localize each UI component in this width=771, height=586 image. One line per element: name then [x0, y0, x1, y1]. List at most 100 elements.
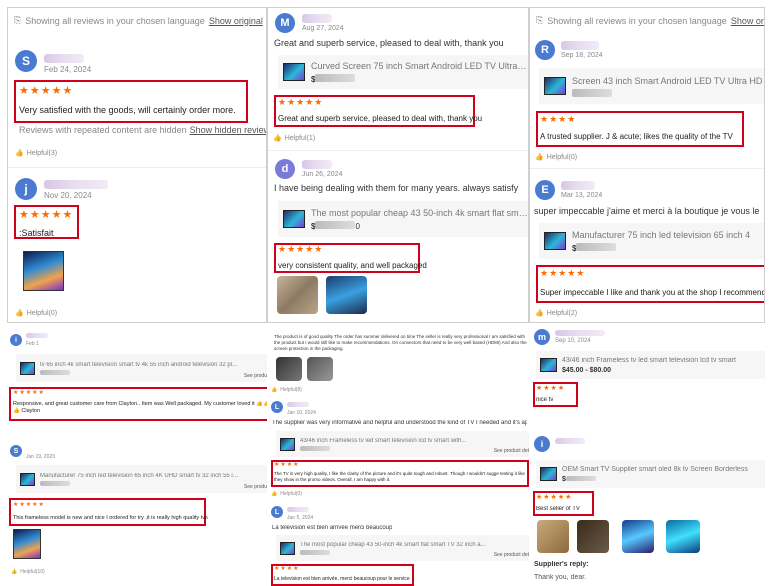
review-photo[interactable]: [307, 357, 333, 381]
review-text: Responsive, and great customer care from…: [13, 401, 267, 415]
product-card[interactable]: The most popular cheap 43 50-inch 4k sma…: [278, 201, 528, 237]
avatar: j: [15, 178, 37, 200]
review-photo-tv-on[interactable]: [622, 520, 654, 553]
helpful-button[interactable]: 👍 Helpful(2): [535, 309, 577, 318]
thumbs-up-icon: 👍: [11, 569, 18, 575]
review-photo-tv-front[interactable]: [577, 520, 609, 553]
product-thumbnail: [540, 358, 557, 372]
review-photo[interactable]: [276, 357, 302, 381]
helpful-count: Helpful(8): [280, 387, 302, 393]
review-text: Super impeccable I like and thank you at…: [540, 288, 764, 297]
rating-stars: ★★★★: [274, 462, 300, 468]
avatar: i: [10, 334, 22, 346]
thumbs-up-icon: 👍: [271, 491, 278, 497]
rating-stars: ★★★★★: [19, 86, 74, 97]
rating-stars: ★★★★: [274, 566, 300, 572]
rating-stars: ★★★★★: [13, 502, 45, 508]
product-thumbnail: [283, 210, 305, 228]
product-thumbnail: [280, 541, 295, 555]
product-title: Screen 43 inch Smart Android LED TV Ultr…: [572, 75, 763, 86]
reviewer-name-blurred: [561, 181, 595, 190]
product-card[interactable]: tv 65 inch 4k smart television smart tv …: [16, 354, 267, 382]
product-card[interactable]: 43/46 inch Frameless tv led smart televi…: [536, 351, 765, 379]
hidden-reviews-notice: Reviews with repeated content are hidden…: [19, 125, 266, 135]
review-photo-packages[interactable]: [277, 276, 318, 314]
review-text-top: super impeccable j'aime et merci à la bo…: [534, 206, 760, 216]
review-photo-box[interactable]: [537, 520, 569, 553]
product-card[interactable]: Manufacturer 75 inch led television 65 i…: [539, 223, 764, 259]
helpful-button[interactable]: 👍 Helpful(1): [273, 134, 316, 143]
review-text: This frameless model is new and nice I o…: [13, 515, 208, 521]
review-date: Feb 1: [26, 341, 39, 347]
review-date: Mar 13, 2024: [561, 192, 603, 199]
helpful-button[interactable]: 👍 Helpful(8): [271, 387, 302, 393]
helpful-button[interactable]: 👍 Helpful(3): [15, 149, 58, 158]
product-card[interactable]: Screen 43 inch Smart Android LED TV Ultr…: [539, 68, 764, 104]
supplier-reply-label: Supplier's reply:: [534, 561, 589, 568]
show-hidden-reviews-link[interactable]: Show hidden reviews: [190, 125, 266, 135]
product-thumbnail: [544, 77, 566, 95]
supplier-reply-text: Thank you, dear.: [534, 574, 587, 581]
review-date: Jan 19, 2023: [26, 454, 55, 460]
rating-stars: ★★★★★: [13, 390, 45, 396]
product-title: OEM Smart TV Supplier smart oled 8k tv S…: [562, 465, 748, 473]
see-product-link[interactable]: See produ: [244, 373, 267, 379]
helpful-button[interactable]: 👍 Helpful(0): [15, 309, 58, 318]
review-text: The TV is very high quality, I like the …: [274, 471, 525, 482]
avatar: i: [534, 436, 550, 452]
see-product-link[interactable]: See produ: [244, 484, 267, 490]
rating-stars: ★★★★: [540, 115, 577, 124]
review-text: very consistent quality, and well packag…: [278, 261, 427, 270]
product-card[interactable]: OEM Smart TV Supplier smart oled 8k tv S…: [536, 460, 765, 488]
review-photo-warehouse[interactable]: [326, 276, 367, 314]
avatar: R: [535, 40, 555, 60]
price-blurred: [40, 369, 70, 375]
review-panel-2: M Aug 27, 2024 Great and superb service,…: [267, 7, 529, 323]
product-title: Manufacturer 75 inch led television 65 i…: [572, 229, 751, 240]
product-card[interactable]: Manufacturer 75 inch led television 65 i…: [16, 465, 267, 493]
reviewer-name-blurred: [302, 14, 332, 23]
helpful-button[interactable]: 👍 Helpful(0): [271, 491, 302, 497]
product-thumbnail: [20, 472, 35, 486]
see-product-link[interactable]: See product det: [494, 552, 529, 558]
divider: [268, 150, 528, 151]
language-notice: ⎘ Showing all reviews in your chosen lan…: [536, 15, 764, 26]
review-photo-tv[interactable]: [13, 529, 41, 559]
product-title: tv 65 inch 4k smart television smart tv …: [40, 361, 238, 368]
price-suffix: 0: [355, 221, 360, 231]
show-original-link[interactable]: Show original: [209, 16, 263, 26]
divider: [530, 168, 764, 169]
review-date: Jan 10, 2024: [287, 410, 316, 416]
product-title: 43/46 inch Frameless tv led smart televi…: [300, 437, 467, 444]
price-blurred: [315, 220, 356, 229]
helpful-button[interactable]: 👍 Helpful(10): [11, 569, 45, 575]
review-photo-tv-screen[interactable]: [666, 520, 700, 553]
product-card[interactable]: Curved Screen 75 inch Smart Android LED …: [278, 55, 528, 89]
product-title: Manufacturer 75 inch led television 65 i…: [40, 472, 239, 479]
review-text: The product is of good quality The order…: [274, 334, 527, 351]
product-card[interactable]: The most popular cheap 43 50-inch 4k sma…: [276, 535, 529, 561]
product-price: $45.00 - $80.00: [562, 366, 612, 374]
rating-stars: ★★★★★: [19, 210, 74, 221]
review-photo-tv[interactable]: [23, 251, 64, 291]
product-thumbnail: [20, 361, 35, 375]
helpful-count: Helpful(3): [26, 149, 58, 157]
review-date: Sep 10, 2024: [555, 338, 591, 344]
product-thumbnail: [280, 437, 295, 451]
helpful-count: Helpful(1): [284, 134, 316, 142]
price-blurred: [40, 480, 70, 486]
price-blurred: [300, 549, 330, 555]
rating-stars: ★★★★★: [278, 98, 324, 107]
price-blurred: [300, 445, 330, 451]
product-card[interactable]: 43/46 inch Frameless tv led smart televi…: [276, 431, 529, 457]
product-title: 43/46 inch Frameless tv led smart televi…: [562, 356, 736, 364]
helpful-button[interactable]: 👍 Helpful(0): [535, 153, 577, 162]
helpful-count: Helpful(0): [26, 309, 58, 317]
avatar: m: [534, 329, 550, 345]
show-original-link[interactable]: Show original: [731, 16, 764, 26]
review-text-top: I have being dealing with them for many …: [274, 183, 519, 193]
avatar: E: [535, 180, 555, 200]
product-thumbnail: [283, 63, 305, 81]
thumbs-up-icon: 👍: [273, 135, 282, 142]
see-product-link[interactable]: See product det: [494, 448, 529, 454]
